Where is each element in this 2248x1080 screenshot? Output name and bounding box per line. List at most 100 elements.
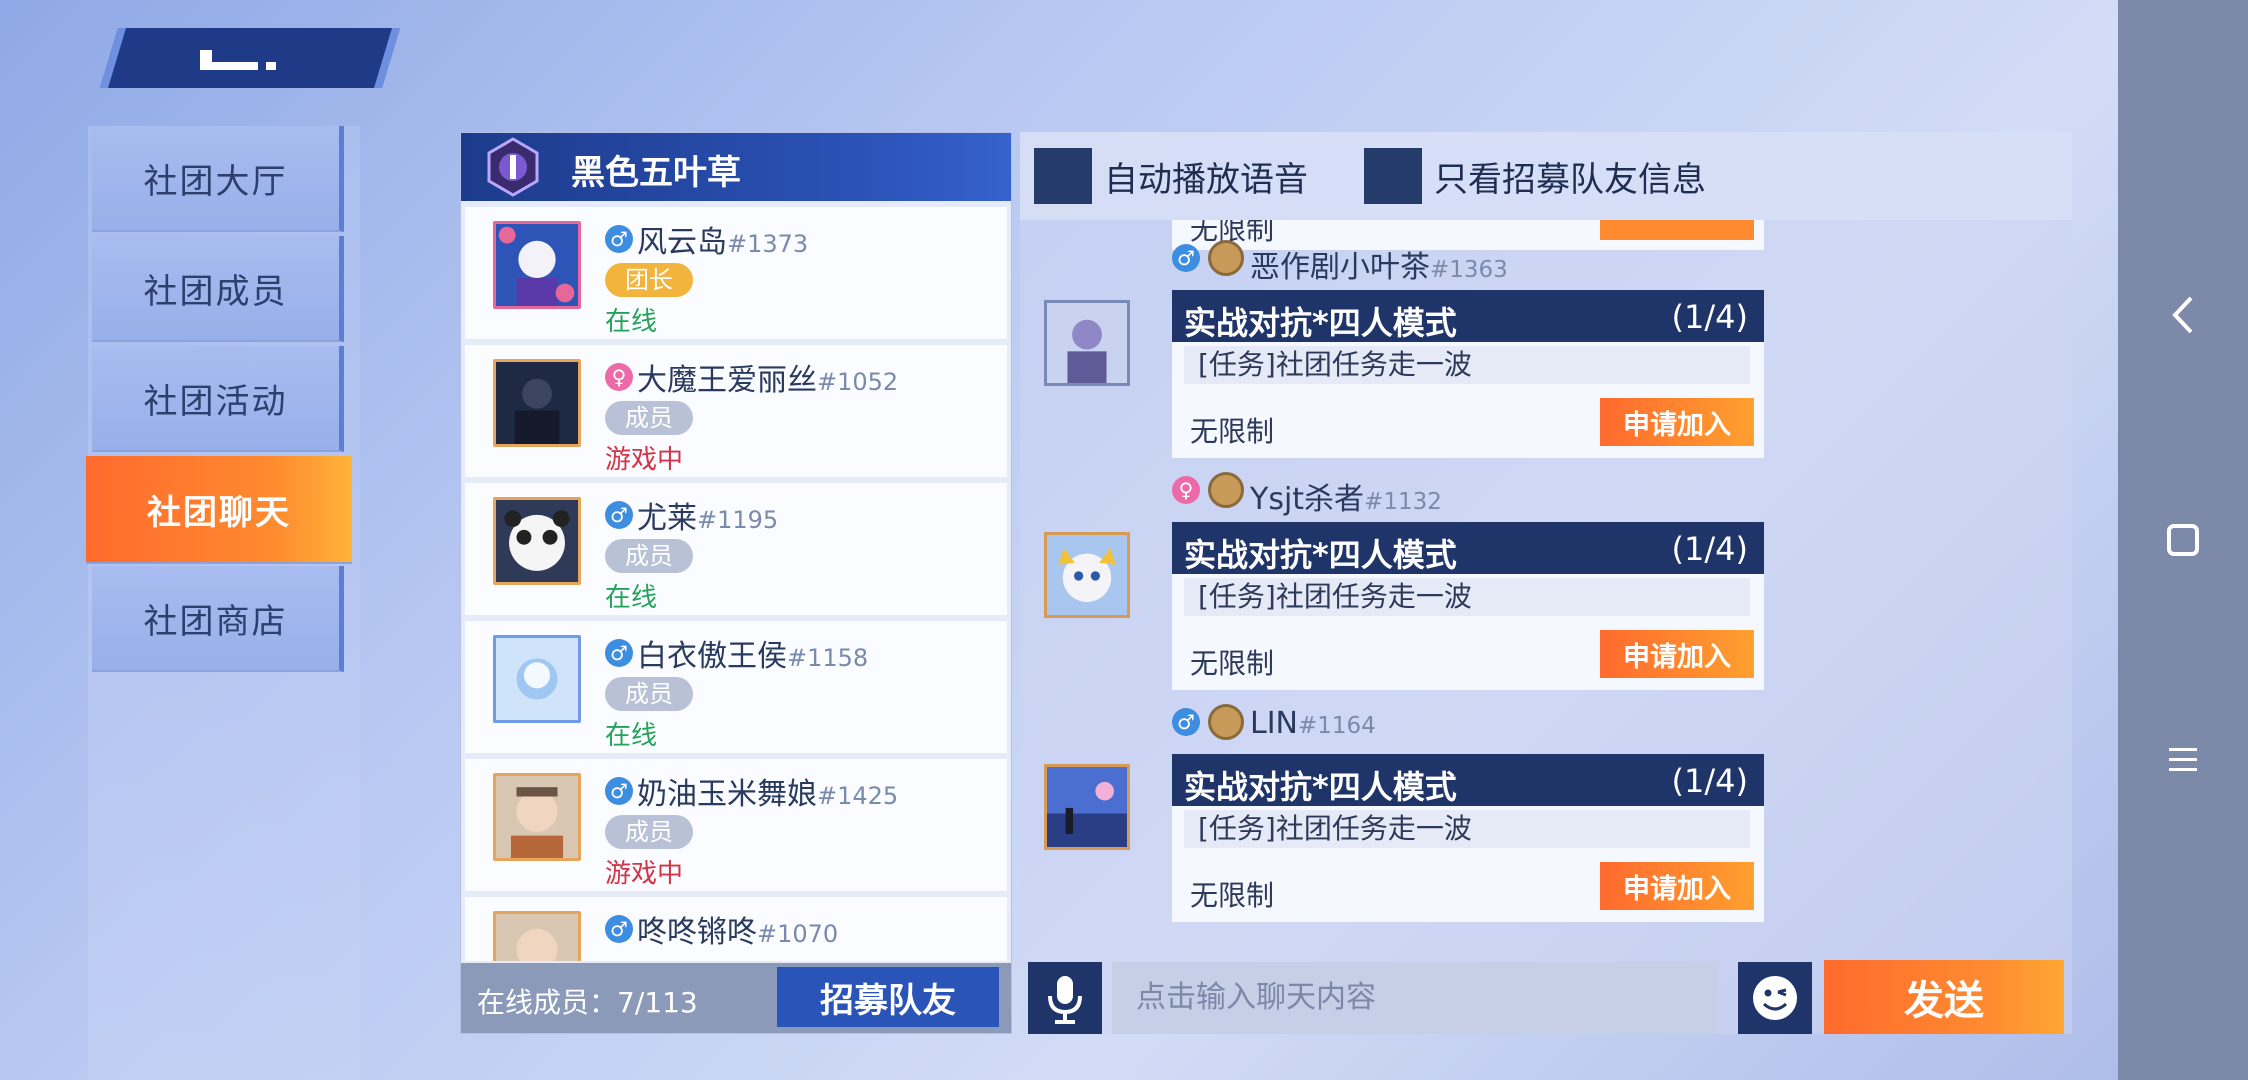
member-panel-footer: 在线成员：7/113 招募队友	[461, 963, 1011, 1033]
join-button[interactable]	[1600, 220, 1754, 240]
role-badge: 成员	[605, 677, 693, 711]
recruit-teammates-button[interactable]: 招募队友	[777, 967, 999, 1027]
system-nav-bar	[2118, 0, 2248, 1080]
male-icon: ♂	[1172, 708, 1200, 736]
menu-icon	[2169, 748, 2197, 771]
member-avatar	[493, 221, 581, 309]
chat-panel: 自动播放语音 只看招募队友信息 无限制 ♂ 恶作剧小叶茶#1363 实战对抗*四…	[1020, 132, 2072, 1034]
female-icon: ♀	[605, 363, 633, 391]
member-name: 风云岛#1373	[637, 225, 809, 260]
nav-tab-label: 社团大厅	[143, 161, 288, 202]
sender-name: LIN#1164	[1250, 706, 1376, 741]
emoji-button[interactable]	[1738, 962, 1812, 1034]
card-mode: 实战对抗*四人模式	[1184, 304, 1457, 342]
avatar-frame-icon	[1208, 240, 1244, 276]
team-recruit-card: 实战对抗*四人模式 (1/4) [任务]社团任务走一波 无限制 申请加入	[1172, 290, 1764, 458]
sender-avatar[interactable]	[1044, 532, 1130, 618]
card-title-bar: 实战对抗*四人模式 (1/4)	[1172, 290, 1764, 342]
role-badge: 团长	[605, 263, 693, 297]
club-badge-logo	[100, 28, 400, 88]
join-button[interactable]: 申请加入	[1600, 630, 1754, 678]
nav-tab-club-members[interactable]: 社团成员	[92, 236, 344, 342]
member-name: 奶油玉米舞娘#1425	[637, 777, 899, 812]
join-button[interactable]: 申请加入	[1600, 862, 1754, 910]
member-avatar	[493, 773, 581, 861]
online-members-count: 在线成员：7/113	[477, 986, 698, 1019]
nav-tab-label: 社团活动	[143, 381, 288, 422]
member-name: 尤莱#1195	[637, 501, 779, 536]
card-count: (1/4)	[1671, 298, 1748, 336]
role-badge: 成员	[605, 401, 693, 435]
chat-message: ♂ LIN#1164 实战对抗*四人模式 (1/4) [任务]社团任务走一波 无…	[1020, 704, 2072, 936]
male-icon: ♂	[605, 225, 633, 253]
nav-tab-club-chat[interactable]: 社团聊天	[86, 456, 352, 564]
chat-filter-bar: 自动播放语音 只看招募队友信息	[1020, 132, 2072, 220]
nav-tab-label: 社团商店	[143, 601, 288, 642]
member-avatar	[493, 635, 581, 723]
card-title-bar: 实战对抗*四人模式 (1/4)	[1172, 754, 1764, 806]
card-task: [任务]社团任务走一波	[1184, 346, 1750, 384]
team-recruit-card: 实战对抗*四人模式 (1/4) [任务]社团任务走一波 无限制 申请加入	[1172, 522, 1764, 690]
send-button[interactable]: 发送	[1824, 960, 2064, 1034]
microphone-icon	[1048, 976, 1082, 1024]
avatar-frame-icon	[1208, 472, 1244, 508]
role-badge: 成员	[605, 539, 693, 573]
member-status: 在线	[605, 307, 658, 337]
recruit-only-label: 只看招募队友信息	[1434, 160, 1706, 200]
sender-avatar[interactable]	[1044, 764, 1130, 850]
chat-message: ♂ 恶作剧小叶茶#1363 实战对抗*四人模式 (1/4) [任务]社团任务走一…	[1020, 240, 2072, 472]
card-count: (1/4)	[1671, 762, 1748, 800]
nav-tab-label: 社团成员	[143, 271, 288, 312]
female-icon: ♀	[1172, 476, 1200, 504]
chat-message-list[interactable]: 无限制 ♂ 恶作剧小叶茶#1363 实战对抗*四人模式 (1/4) [任务]社团…	[1020, 220, 2072, 964]
auto-play-voice-checkbox[interactable]	[1034, 148, 1092, 204]
male-icon: ♂	[605, 915, 633, 943]
member-name: 白衣傲王侯#1158	[637, 639, 869, 674]
member-name: 咚咚锵咚#1070	[637, 915, 839, 950]
role-badge: 成员	[605, 815, 693, 849]
recruit-only-checkbox[interactable]	[1364, 148, 1422, 204]
join-button[interactable]: 申请加入	[1600, 398, 1754, 446]
member-row[interactable]: ♂ 尤莱#1195 成员 在线	[465, 483, 1007, 615]
nav-tab-club-hall[interactable]: 社团大厅	[92, 126, 344, 232]
back-button[interactable]	[2118, 290, 2248, 344]
member-panel: 黑色五叶草 ♂ 风云岛#1373 团长 在线 ♀ 大魔王爱丽丝#1052 成员 …	[460, 132, 1012, 1034]
avatar-frame-icon	[1208, 704, 1244, 740]
emoji-icon	[1753, 976, 1797, 1020]
member-status: 在线	[605, 583, 658, 613]
home-icon	[2167, 524, 2199, 556]
card-task: [任务]社团任务走一波	[1184, 810, 1750, 848]
club-header: 黑色五叶草	[461, 133, 1011, 201]
member-status: 在线	[605, 721, 658, 751]
male-icon: ♂	[1172, 244, 1200, 272]
nav-tab-club-shop[interactable]: 社团商店	[92, 566, 344, 672]
card-limit: 无限制	[1190, 879, 1275, 912]
team-recruit-card: 实战对抗*四人模式 (1/4) [任务]社团任务走一波 无限制 申请加入	[1172, 754, 1764, 922]
card-limit: 无限制	[1190, 647, 1275, 680]
member-row[interactable]: ♂ 奶油玉米舞娘#1425 成员 游戏中	[465, 759, 1007, 891]
member-avatar	[493, 497, 581, 585]
card-title-bar: 实战对抗*四人模式 (1/4)	[1172, 522, 1764, 574]
member-status: 游戏中	[605, 445, 684, 475]
member-name: 大魔王爱丽丝#1052	[637, 363, 899, 398]
sender-avatar[interactable]	[1044, 300, 1130, 386]
card-mode: 实战对抗*四人模式	[1184, 536, 1457, 574]
auto-play-voice-label: 自动播放语音	[1104, 160, 1308, 200]
club-name: 黑色五叶草	[571, 153, 741, 193]
member-row[interactable]: ♀ 大魔王爱丽丝#1052 成员 游戏中	[465, 345, 1007, 477]
chat-input-row: 点击输入聊天内容 发送	[1020, 960, 2072, 1034]
recent-apps-button[interactable]	[2118, 740, 2248, 784]
club-emblem-icon	[487, 137, 539, 197]
member-row[interactable]: ♂ 风云岛#1373 团长 在线	[465, 207, 1007, 339]
member-list[interactable]: ♂ 风云岛#1373 团长 在线 ♀ 大魔王爱丽丝#1052 成员 游戏中 ♂ …	[465, 207, 1007, 961]
member-row[interactable]: ♂ 咚咚锵咚#1070	[465, 897, 1007, 961]
nav-tab-club-activities[interactable]: 社团活动	[92, 346, 344, 452]
male-icon: ♂	[605, 777, 633, 805]
chat-input[interactable]: 点击输入聊天内容	[1112, 962, 1718, 1034]
member-status: 游戏中	[605, 859, 684, 889]
chat-message: ♀ Ysjt杀者#1132 实战对抗*四人模式 (1/4) [任务]社团任务走一…	[1020, 472, 2072, 704]
home-button[interactable]	[2118, 520, 2248, 564]
member-avatar	[493, 911, 581, 961]
voice-input-button[interactable]	[1028, 962, 1102, 1034]
member-row[interactable]: ♂ 白衣傲王侯#1158 成员 在线	[465, 621, 1007, 753]
